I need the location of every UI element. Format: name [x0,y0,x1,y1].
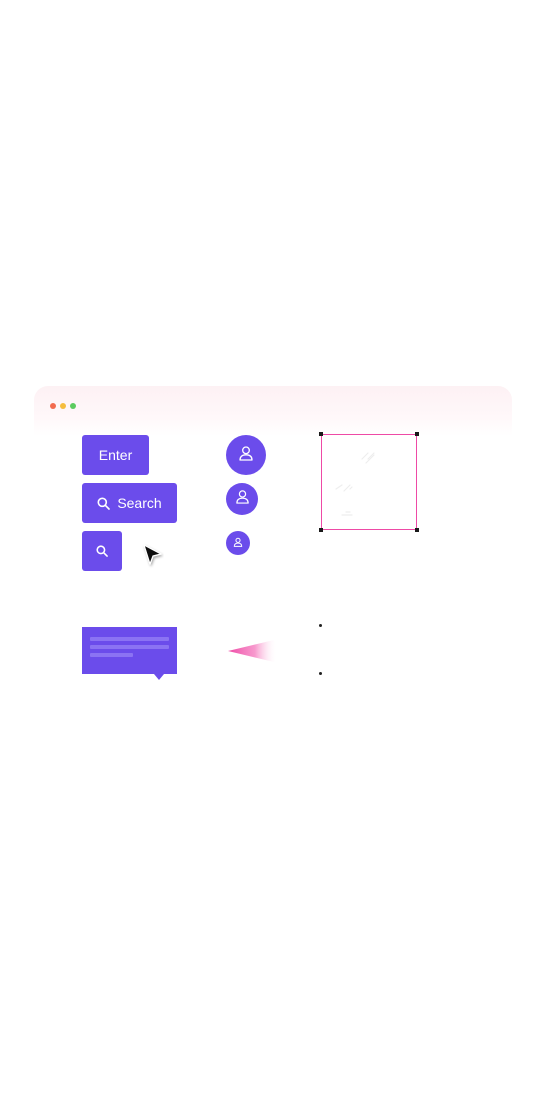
placeholder-text-line [90,645,169,649]
window-controls [50,403,76,409]
user-icon [233,534,243,552]
resize-handle-top-right[interactable] [415,432,419,436]
user-icon [238,445,254,466]
page: Enter Search [0,0,558,1110]
selection-frame[interactable] [319,432,419,532]
search-icon [96,545,108,557]
search-icon-button[interactable] [82,531,122,571]
pink-beam-graphic [228,639,280,668]
tooltip-bubble [82,627,177,680]
maximize-window-button[interactable] [70,403,76,409]
close-window-button[interactable] [50,403,56,409]
placeholder-text-line [90,653,133,657]
enter-button[interactable]: Enter [82,435,149,475]
tooltip-pointer [154,674,164,680]
search-button-label: Search [117,495,162,511]
avatar-medium[interactable] [226,483,258,515]
cursor-arrow-icon [142,543,164,574]
search-icon [97,497,111,510]
faint-sketch-graphic [335,452,375,516]
user-icon [235,489,250,509]
list-bullet [319,624,322,627]
avatar-small[interactable] [226,531,250,555]
resize-handle-bottom-left[interactable] [319,528,323,532]
avatar-large[interactable] [226,435,266,475]
resize-handle-top-left[interactable] [319,432,323,436]
enter-button-label: Enter [98,447,133,463]
resize-handle-bottom-right[interactable] [415,528,419,532]
minimize-window-button[interactable] [60,403,66,409]
search-button[interactable]: Search [82,483,177,523]
list-bullet [319,672,322,675]
placeholder-text-line [90,637,169,641]
